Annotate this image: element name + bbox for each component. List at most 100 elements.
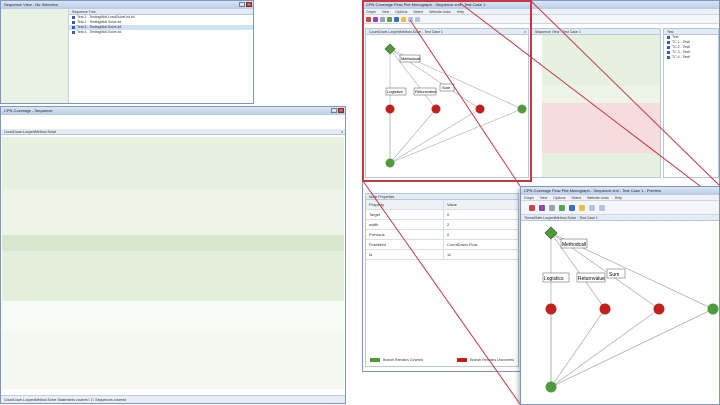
purple-tool-icon[interactable] xyxy=(539,205,545,211)
tree-item[interactable]: Test.4 - TestingMidi.Solve.kd xyxy=(69,30,253,35)
graph-panel: CountDown.LoopedMethod.Solve - Test Case… xyxy=(365,28,529,178)
covered-node[interactable] xyxy=(545,381,557,393)
green-tool-icon[interactable] xyxy=(387,17,392,22)
flow-graph: Methodcall Logistics Returnvalue Sum xyxy=(384,43,527,168)
node-properties-panel: Node Properties Property Value Target 0 … xyxy=(365,193,519,367)
purple-tool-icon[interactable] xyxy=(373,17,378,22)
covered-node[interactable] xyxy=(385,158,395,168)
start-node[interactable] xyxy=(384,43,396,55)
zoom-out-icon[interactable] xyxy=(599,205,605,211)
zoom-out-icon[interactable] xyxy=(415,17,420,22)
uncovered-node[interactable] xyxy=(653,303,665,315)
close-button[interactable]: x xyxy=(246,2,252,7)
covered-node[interactable] xyxy=(517,104,527,114)
test-tree-panel: Test Test TC.1 - Testi TC.2 - Testi TC.3… xyxy=(663,28,719,178)
code-panel-header: CountDown.LoopedMethod.Solve x xyxy=(1,129,345,135)
uncovered-node[interactable] xyxy=(599,303,611,315)
covered-block xyxy=(2,189,344,235)
covered-block xyxy=(542,35,660,85)
menu-help[interactable]: Help xyxy=(615,195,622,200)
uncovered-node[interactable] xyxy=(545,303,557,315)
file-icon xyxy=(72,21,75,24)
grid-cell: Id xyxy=(366,250,444,259)
node-label: Logistics xyxy=(387,89,403,94)
menu-graph[interactable]: Graph xyxy=(524,195,534,200)
table-row[interactable]: Id 11 xyxy=(366,250,518,260)
zoom-icon[interactable] xyxy=(589,205,595,211)
start-node[interactable] xyxy=(544,226,558,240)
uncovered-node[interactable] xyxy=(431,104,441,114)
node-label: Sum xyxy=(609,272,619,278)
covered-block xyxy=(542,153,660,177)
menu-options[interactable]: Options xyxy=(395,9,407,14)
table-row[interactable]: Previous 0 xyxy=(366,230,518,240)
covered-swatch xyxy=(370,358,380,362)
properties-header: Node Properties xyxy=(366,194,518,200)
minimize-button[interactable]: _ xyxy=(239,2,245,7)
blue-tool-icon[interactable] xyxy=(394,17,399,22)
legend-covered: Branch Remains Covered xyxy=(370,358,423,362)
graph-panel-header: ThreadSafe.LoopedMethod.Solve - Test Cas… xyxy=(521,215,719,221)
uncovered-node[interactable] xyxy=(475,104,485,114)
flow-graph-preview: Methodcall Logistics Returnvalue Sum xyxy=(542,226,719,393)
menu-view[interactable]: View xyxy=(540,195,548,200)
window-controls: _ x xyxy=(331,108,344,113)
minimize-button[interactable]: _ xyxy=(331,108,337,113)
uncovered-node[interactable] xyxy=(385,104,395,114)
close-button[interactable]: x xyxy=(338,108,344,113)
grid-cell: width xyxy=(366,220,444,229)
grid-cell: Target xyxy=(366,210,444,219)
grid-header-cell: Value xyxy=(447,202,457,207)
file-icon xyxy=(667,51,670,54)
tree-item[interactable]: TC.4 - Testi xyxy=(664,55,718,60)
grid-cell: 11 xyxy=(447,252,452,257)
folder-icon xyxy=(667,36,670,39)
blue-tool-icon[interactable] xyxy=(569,205,575,211)
covered-block xyxy=(2,137,344,189)
toolbar xyxy=(363,15,719,24)
grid-header-row: Property Value xyxy=(366,200,518,210)
green-tool-icon[interactable] xyxy=(559,205,565,211)
yellow-tool-icon[interactable] xyxy=(401,17,406,22)
grid-header-cell: Property xyxy=(366,200,444,209)
flow-plot-preview-window: CPN Coverage Flow Plot Monograph - Seque… xyxy=(520,186,720,405)
toolbar xyxy=(521,201,719,215)
menu-website-links[interactable]: Website Links xyxy=(587,195,609,200)
menu-select[interactable]: Select xyxy=(413,9,423,14)
uncovered-block xyxy=(542,103,660,153)
zoom-icon[interactable] xyxy=(408,17,413,22)
node-label: Methodcall xyxy=(401,56,420,61)
covered-node[interactable] xyxy=(707,303,719,315)
file-icon xyxy=(667,46,670,49)
grid-cell: Flowtitled xyxy=(366,240,444,249)
table-row[interactable]: Flowtitled CountDown.Flow xyxy=(366,240,518,250)
status-bar: CountDown.LoopedMethod.Solve Statements … xyxy=(1,395,345,403)
code-block xyxy=(2,301,344,331)
sequence-tree-header: Sequence Tree xyxy=(69,9,253,15)
grey-tool-icon[interactable] xyxy=(549,205,555,211)
close-icon[interactable]: x xyxy=(524,29,526,34)
grey-tool-icon[interactable] xyxy=(380,17,385,22)
menu-website-links[interactable]: Website Links xyxy=(429,9,451,14)
table-row[interactable]: width 2 xyxy=(366,220,518,230)
file-icon xyxy=(667,56,670,59)
close-icon[interactable]: x xyxy=(341,129,343,134)
window-title: CPN Coverage Flow Plot Monograph - Seque… xyxy=(521,187,719,195)
covered-block xyxy=(2,251,344,301)
red-tool-icon[interactable] xyxy=(366,17,371,22)
uncovered-swatch xyxy=(457,358,468,362)
table-row[interactable]: Target 0 xyxy=(366,210,518,220)
menu-view[interactable]: View xyxy=(382,9,390,14)
grid-cell: 0 xyxy=(447,212,450,217)
menu-select[interactable]: Select xyxy=(571,195,581,200)
node-label: Methodcall xyxy=(562,242,586,248)
menu-graph[interactable]: Graph xyxy=(366,9,376,14)
menu-options[interactable]: Options xyxy=(553,195,565,200)
node-label: Returnvalue xyxy=(578,276,605,282)
window-controls: _ x xyxy=(239,2,252,7)
red-tool-icon[interactable] xyxy=(529,205,535,211)
menu-help[interactable]: Help xyxy=(457,9,464,14)
yellow-tool-icon[interactable] xyxy=(579,205,585,211)
node-label: Sum xyxy=(442,85,451,90)
window-title: CPN Coverage Flow Plot Monograph - Seque… xyxy=(363,1,719,9)
